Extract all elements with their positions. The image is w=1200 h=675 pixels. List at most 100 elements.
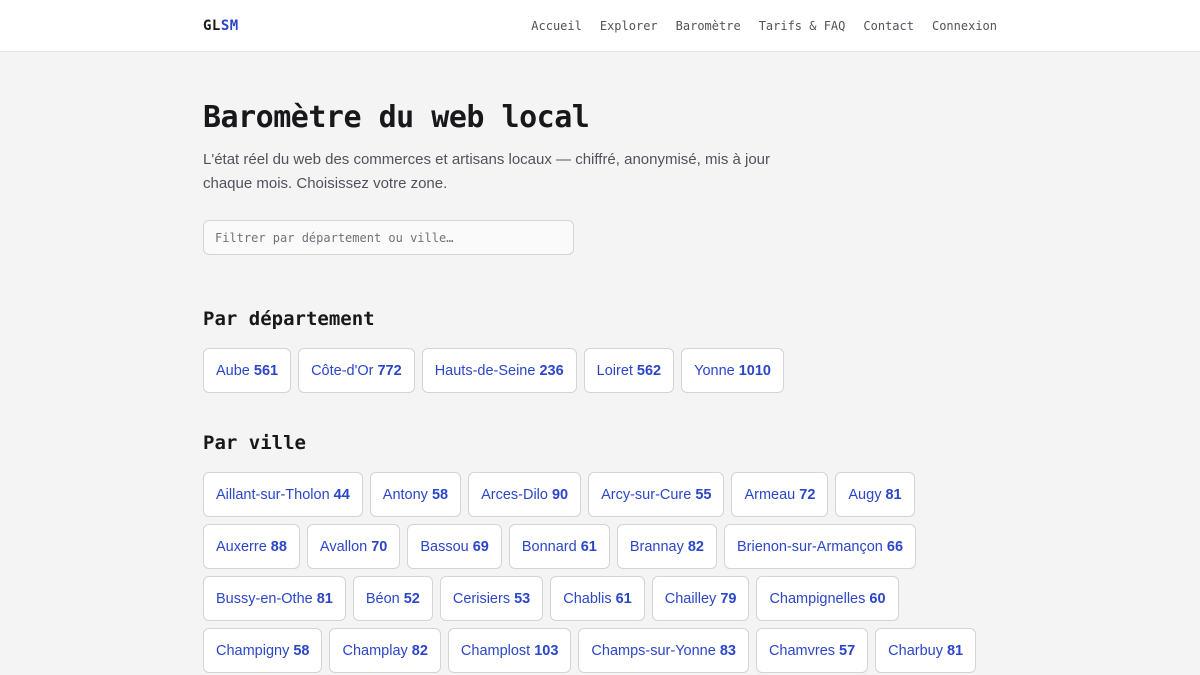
- city-chip-name: Armeau: [744, 486, 796, 503]
- city-chip-name: Chamvres: [768, 642, 836, 659]
- department-chip-list: Aube 561 Côte-d'Or 772 Hauts-de-Seine 236 Loir…: [203, 348, 1003, 393]
- top-navigation-bar: GLSM Accueil Explorer Baromètre Tarifs &…: [0, 0, 1200, 52]
- city-chip-name: Brannay: [629, 538, 684, 555]
- city-chip[interactable]: Champignelles 60: [756, 576, 899, 621]
- city-chip-count: 61: [615, 590, 632, 607]
- city-chip[interactable]: Armeau 72: [731, 472, 829, 517]
- city-chip-count: 53: [514, 590, 531, 607]
- city-chip[interactable]: Champs-sur-Yonne 83: [578, 628, 749, 673]
- logo-text-gl: GL: [203, 17, 221, 34]
- department-chip[interactable]: Aube 561: [203, 348, 292, 393]
- city-chip-count: 79: [720, 590, 737, 607]
- city-chip-name: Béon: [365, 590, 400, 607]
- city-chip-count: 69: [472, 538, 489, 555]
- city-chip-name: Champlost: [460, 642, 531, 659]
- city-chip-count: 58: [293, 642, 310, 659]
- department-chip[interactable]: Côte-d'Or 772: [298, 348, 415, 393]
- department-chip[interactable]: Yonne 1010: [681, 348, 784, 393]
- city-chip-count: 66: [886, 538, 904, 555]
- city-chip[interactable]: Béon 52: [352, 576, 433, 621]
- city-chip[interactable]: Avallon 70: [306, 524, 401, 569]
- city-chip-name: Charbuy: [888, 642, 943, 659]
- department-chip-count: 236: [539, 362, 564, 379]
- department-chip-name: Aube: [216, 362, 250, 379]
- city-chip-list: Aillant-sur-Tholon 44 Antony 58 Arces-Dilo 90…: [203, 472, 1003, 673]
- page-lead: L'état réel du web des commerces et arti…: [203, 151, 771, 192]
- department-chip-name: Hauts-de-Seine: [434, 362, 536, 379]
- city-chip-count: 82: [687, 538, 704, 555]
- city-chip-name: Champigny: [216, 642, 290, 659]
- nav-link-connexion[interactable]: Connexion: [932, 19, 997, 33]
- logo-text-sm: SM: [220, 17, 239, 34]
- city-chip-name: Chailley: [664, 590, 717, 607]
- department-chip-count: 562: [636, 362, 662, 379]
- nav-link-explorer[interactable]: Explorer: [600, 19, 658, 33]
- city-chip-name: Bassou: [420, 538, 469, 555]
- city-chip[interactable]: Brannay 82: [616, 524, 717, 569]
- city-chip-count: 61: [580, 538, 597, 555]
- city-chip[interactable]: Chamvres 57: [755, 628, 869, 673]
- nav-link-accueil[interactable]: Accueil: [531, 19, 582, 33]
- city-chip[interactable]: Arcy-sur-Cure 55: [588, 472, 725, 517]
- city-chip-name: Champlay: [342, 642, 408, 659]
- department-chip-count: 1010: [738, 362, 771, 379]
- city-chip[interactable]: Augy 81: [835, 472, 915, 517]
- city-chip[interactable]: Aillant-sur-Tholon 44: [203, 472, 363, 517]
- city-chip-name: Aillant-sur-Tholon: [216, 486, 330, 503]
- departments-heading: Par département: [203, 308, 375, 330]
- city-chip-name: Brienon-sur-Armançon: [737, 538, 883, 555]
- city-chip[interactable]: Arces-Dilo 90: [468, 472, 582, 517]
- city-chip[interactable]: Cerisiers 53: [439, 576, 544, 621]
- city-chip-name: Champs-sur-Yonne: [591, 642, 716, 659]
- city-chip-count: 60: [869, 590, 886, 607]
- city-chip[interactable]: Auxerre 88: [203, 524, 300, 569]
- nav-link-barometre[interactable]: Baromètre: [676, 19, 741, 33]
- city-chip-count: 55: [695, 486, 712, 503]
- city-chip-count: 82: [411, 642, 428, 659]
- cities-heading: Par ville: [203, 432, 306, 454]
- department-chip[interactable]: Hauts-de-Seine 236: [421, 348, 577, 393]
- main-content: Baromètre du web local L'état réel du we…: [203, 98, 997, 673]
- city-chip-name: Chablis: [563, 590, 612, 607]
- city-chip-name: Bussy-en-Othe: [216, 590, 313, 607]
- city-chip-count: 81: [946, 642, 964, 659]
- city-chip[interactable]: Charbuy 81: [875, 628, 977, 673]
- nav-link-tarifs-faq[interactable]: Tarifs & FAQ: [759, 19, 846, 33]
- page-title: Baromètre du web local: [203, 100, 590, 135]
- city-chip-name: Cerisiers: [452, 590, 511, 607]
- nav-link-contact[interactable]: Contact: [863, 19, 914, 33]
- city-chip-name: Antony: [382, 486, 428, 503]
- city-chip[interactable]: Bonnard 61: [508, 524, 610, 569]
- city-chip[interactable]: Bassou 69: [407, 524, 502, 569]
- city-chip[interactable]: Bussy-en-Othe 81: [203, 576, 346, 621]
- city-chip[interactable]: Brienon-sur-Armançon 66: [724, 524, 917, 569]
- city-chip-count: 90: [551, 486, 569, 503]
- city-chip-count: 81: [885, 486, 902, 503]
- department-chip-count: 561: [253, 362, 279, 379]
- department-chip-name: Loiret: [596, 362, 633, 379]
- city-chip[interactable]: Champlost 103: [447, 628, 572, 673]
- city-chip[interactable]: Antony 58: [369, 472, 462, 517]
- city-chip-count: 58: [431, 486, 449, 503]
- city-chip-count: 57: [839, 642, 856, 659]
- main-nav: Accueil Explorer Baromètre Tarifs & FAQ …: [531, 19, 997, 33]
- city-chip[interactable]: Chablis 61: [550, 576, 645, 621]
- city-chip-count: 70: [371, 538, 388, 555]
- city-chip-count: 44: [333, 486, 350, 503]
- department-chip[interactable]: Loiret 562: [583, 348, 675, 393]
- city-chip[interactable]: Chailley 79: [651, 576, 750, 621]
- city-chip-count: 103: [534, 642, 559, 659]
- site-logo[interactable]: GLSM: [203, 18, 239, 34]
- city-chip-count: 81: [316, 590, 333, 607]
- department-chip-count: 772: [377, 362, 402, 379]
- city-chip[interactable]: Champlay 82: [329, 628, 441, 673]
- filter-input[interactable]: [203, 220, 574, 255]
- city-chip-name: Arces-Dilo: [481, 486, 548, 503]
- city-chip-name: Avallon: [319, 538, 368, 555]
- city-chip-count: 88: [270, 538, 287, 555]
- department-chip-name: Côte-d'Or: [311, 362, 374, 379]
- city-chip[interactable]: Champigny 58: [203, 628, 323, 673]
- topbar-inner: GLSM Accueil Explorer Baromètre Tarifs &…: [203, 0, 997, 51]
- department-chip-name: Yonne: [694, 362, 735, 379]
- city-chip-name: Bonnard: [521, 538, 577, 555]
